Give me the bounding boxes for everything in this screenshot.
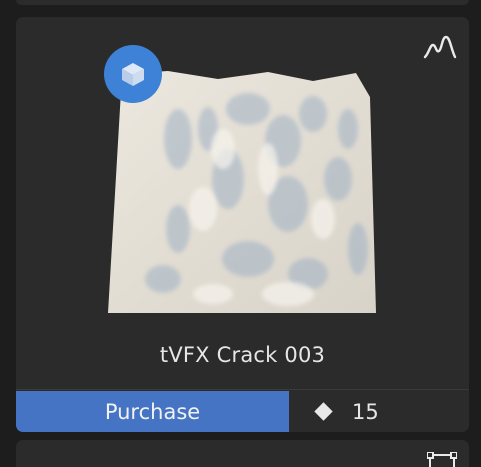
cube-icon — [104, 45, 162, 103]
price-display: 15 — [290, 391, 469, 432]
asset-browser: tVFX Crack 003 Purchase 15 — [0, 0, 481, 467]
price-value: 15 — [352, 399, 379, 424]
card-divider — [16, 389, 469, 390]
previous-asset-card[interactable] — [16, 0, 469, 5]
next-asset-card[interactable] — [16, 440, 469, 467]
bounding-box-icon[interactable] — [427, 452, 457, 467]
asset-title: tVFX Crack 003 — [159, 343, 326, 367]
diamond-icon — [314, 402, 333, 421]
purchase-button[interactable]: Purchase — [16, 391, 289, 432]
heightmap-icon[interactable] — [423, 33, 457, 61]
asset-card[interactable]: tVFX Crack 003 Purchase 15 — [16, 17, 469, 432]
asset-thumbnail[interactable] — [108, 69, 378, 319]
